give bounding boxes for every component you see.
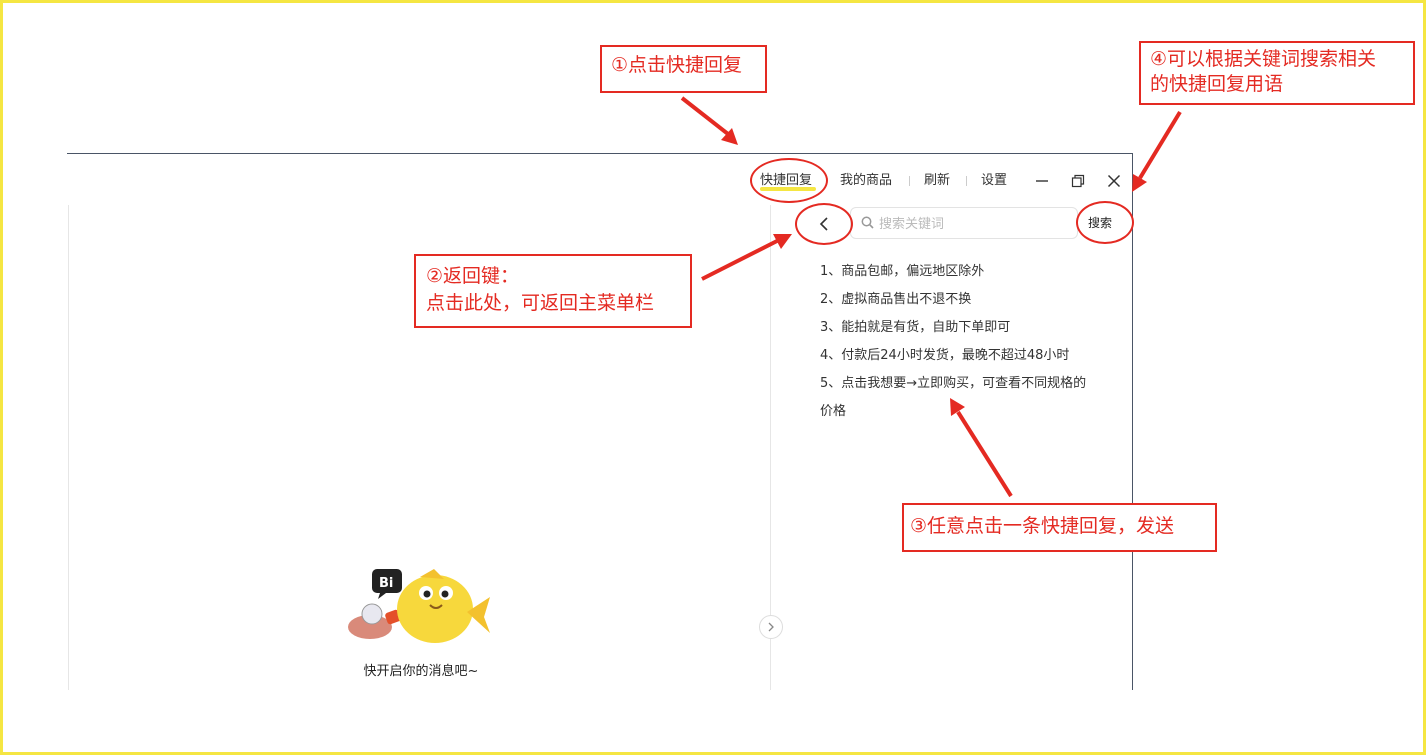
annotation-step2-line1: ②返回键：: [426, 265, 520, 287]
annotation-arrows: [680, 96, 1182, 498]
annotation-step4-line1: ④可以根据关键词搜索相关: [1150, 48, 1377, 70]
annotation-step1: ①点击快捷回复: [600, 45, 767, 93]
highlight-circle-search: [1076, 201, 1134, 244]
annotation-step2: ②返回键： 点击此处，可返回主菜单栏: [414, 254, 692, 328]
annotation-step3: ③任意点击一条快捷回复，发送: [902, 503, 1217, 552]
highlight-circle-quick-reply: [750, 158, 828, 203]
annotation-step3-text: ③任意点击一条快捷回复，发送: [910, 515, 1175, 537]
annotation-step4: ④可以根据关键词搜索相关 的快捷回复用语: [1139, 41, 1415, 105]
annotation-step1-text: ①点击快捷回复: [611, 54, 743, 76]
highlight-circle-back: [795, 203, 853, 245]
annotation-step4-line2: 的快捷回复用语: [1150, 73, 1284, 95]
annotation-step2-line2: 点击此处，可返回主菜单栏: [426, 292, 655, 314]
